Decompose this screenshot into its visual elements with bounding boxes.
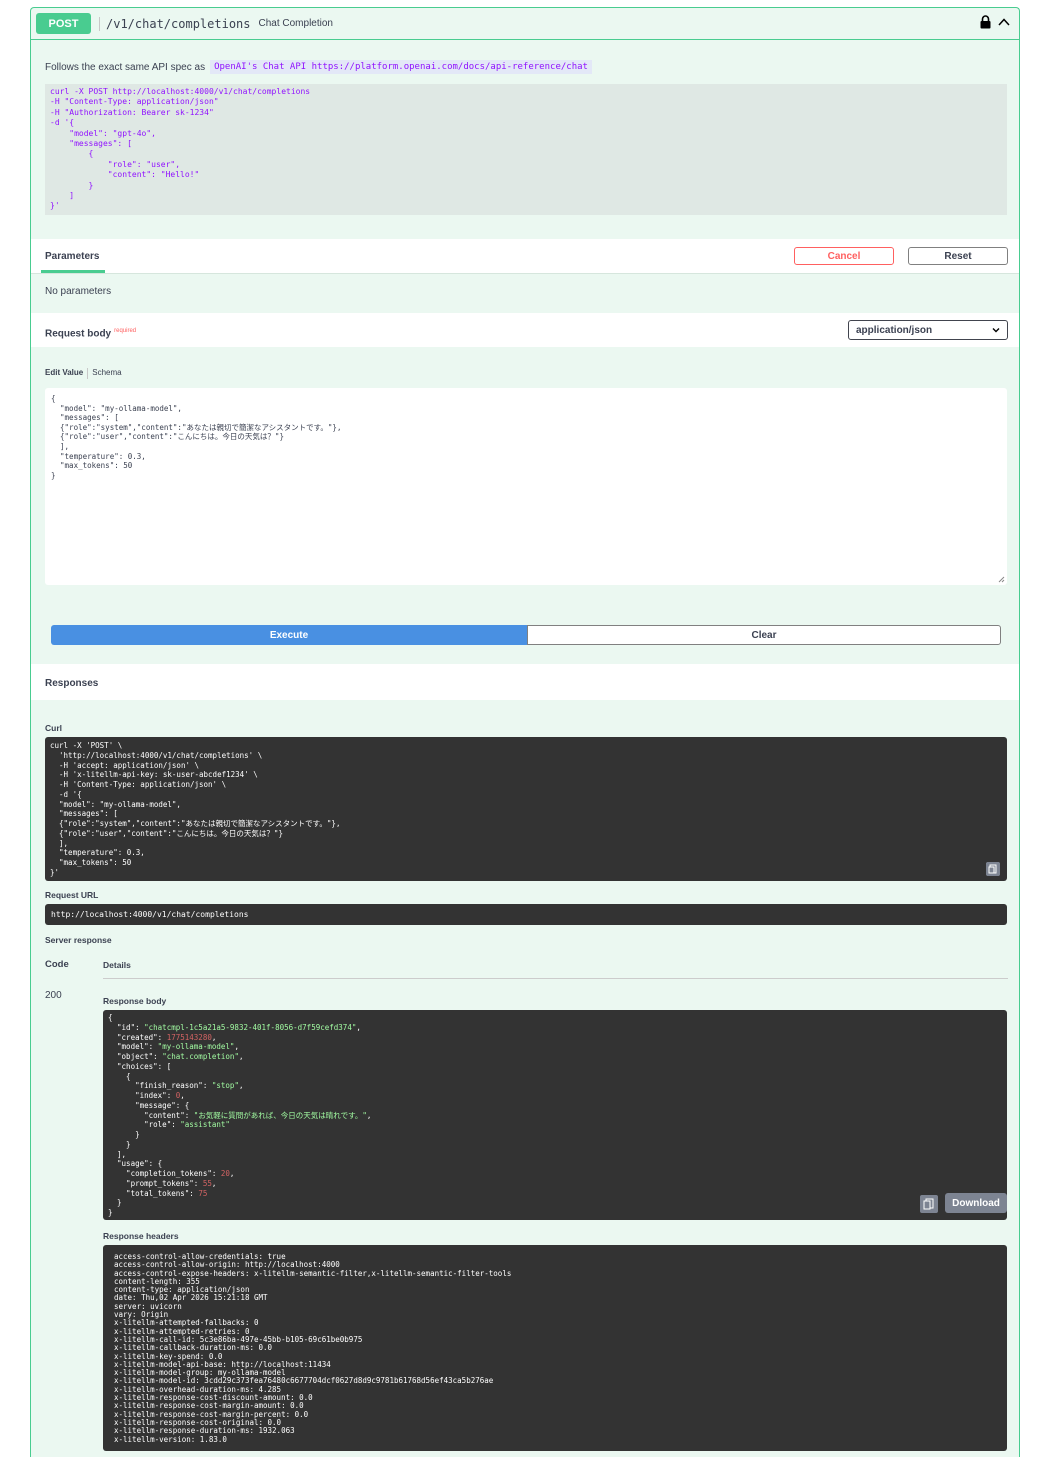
- tab-schema[interactable]: Schema: [92, 368, 121, 379]
- response-role: assistant: [184, 1120, 226, 1130]
- divider: [31, 273, 1019, 274]
- details-column-header: Details: [103, 960, 131, 970]
- completion-tokens: 20: [220, 1169, 230, 1178]
- copy-icon[interactable]: [986, 862, 1000, 876]
- description-text: Follows the exact same API spec as: [45, 61, 206, 73]
- tab-separator: [87, 368, 89, 379]
- request-url-text: http://localhost:4000/v1/chat/completion…: [51, 910, 249, 919]
- request-url-block: http://localhost:4000/v1/chat/completion…: [45, 904, 1007, 925]
- endpoint-description: Follows the exact same API spec as OpenA…: [45, 60, 592, 74]
- content-type-select[interactable]: application/json: [848, 320, 1008, 340]
- copy-icon[interactable]: [920, 1195, 938, 1213]
- request-body-text[interactable]: { "model": "my-ollama-model", "messages"…: [45, 388, 1007, 486]
- response-id: chatcmpl-1c5a21a5-9832-401f-8056-d7f59ce…: [148, 1022, 352, 1032]
- lock-icon[interactable]: [980, 15, 991, 29]
- execute-button[interactable]: Execute: [51, 625, 527, 645]
- code-column-header: Code: [45, 959, 69, 970]
- response-object: chat.completion: [166, 1052, 235, 1061]
- server-response-label: Server response: [45, 935, 112, 945]
- request-url-label: Request URL: [45, 890, 99, 900]
- reset-button[interactable]: Reset: [908, 247, 1008, 265]
- curl-label: Curl: [45, 723, 62, 733]
- endpoint-summary: Chat Completion: [258, 18, 333, 29]
- api-reference-link[interactable]: OpenAI's Chat API https://platform.opena…: [210, 60, 592, 74]
- cancel-button[interactable]: Cancel: [794, 247, 894, 265]
- resize-grip-icon[interactable]: [998, 576, 1005, 583]
- request-body-label: Request body: [45, 328, 112, 340]
- responses-header: [31, 664, 1019, 700]
- request-body-title: Request body required: [45, 328, 136, 339]
- operation-block: POST /v1/chat/completions Chat Completio…: [30, 7, 1020, 1457]
- responses-title: Responses: [45, 678, 99, 689]
- endpoint-path: /v1/chat/completions: [99, 16, 251, 31]
- curl-text: curl -X 'POST' \ 'http://localhost:4000/…: [50, 741, 341, 877]
- body-view-tabs: Edit Value Schema: [45, 368, 122, 379]
- clear-button[interactable]: Clear: [527, 625, 1001, 645]
- response-created: 1775143280: [166, 1032, 212, 1042]
- total-tokens: 75: [198, 1188, 208, 1198]
- response-index: 0: [175, 1091, 181, 1100]
- response-headers-text: access-control-allow-credentials: true a…: [114, 1252, 512, 1444]
- response-table-divider: [103, 978, 1008, 979]
- chevron-down-icon: [992, 328, 1000, 333]
- response-finish-reason: stop: [216, 1081, 235, 1091]
- parameters-header: Parameters Cancel Reset: [31, 239, 1019, 273]
- http-method-badge: POST: [36, 13, 91, 34]
- response-content: お気軽に質問があれば、今日の天気は晴れです。: [198, 1110, 363, 1120]
- prompt-tokens: 55: [202, 1178, 212, 1188]
- content-type-value: application/json: [856, 324, 933, 336]
- example-code: curl -X POST http://localhost:4000/v1/ch…: [50, 87, 311, 211]
- request-body-header: Request body required application/json: [31, 313, 1019, 347]
- response-body-label: Response body: [103, 996, 167, 1006]
- no-parameters-text: No parameters: [45, 286, 112, 297]
- tab-edit-value[interactable]: Edit Value: [45, 368, 83, 379]
- response-headers-block: access-control-allow-credentials: true a…: [103, 1245, 1007, 1451]
- download-button[interactable]: Download: [945, 1193, 1007, 1213]
- required-flag: required: [114, 328, 137, 334]
- response-model: my-ollama-model: [162, 1042, 230, 1052]
- execute-clear-group: Execute Clear: [51, 625, 1001, 645]
- curl-block: curl -X 'POST' \ 'http://localhost:4000/…: [45, 737, 1007, 881]
- tab-parameters[interactable]: Parameters: [45, 251, 99, 262]
- status-code: 200: [45, 990, 62, 1001]
- response-headers-label: Response headers: [103, 1231, 179, 1241]
- operation-summary[interactable]: POST /v1/chat/completions Chat Completio…: [31, 8, 1019, 40]
- chevron-up-icon[interactable]: [997, 16, 1011, 28]
- request-body-editor[interactable]: { "model": "my-ollama-model", "messages"…: [45, 388, 1007, 585]
- response-body-json: { "id": "chatcmpl-1c5a21a5-9832-401f-805…: [108, 1013, 372, 1217]
- response-body-block: { "id": "chatcmpl-1c5a21a5-9832-401f-805…: [103, 1010, 1007, 1220]
- example-code-block: curl -X POST http://localhost:4000/v1/ch…: [45, 84, 1007, 215]
